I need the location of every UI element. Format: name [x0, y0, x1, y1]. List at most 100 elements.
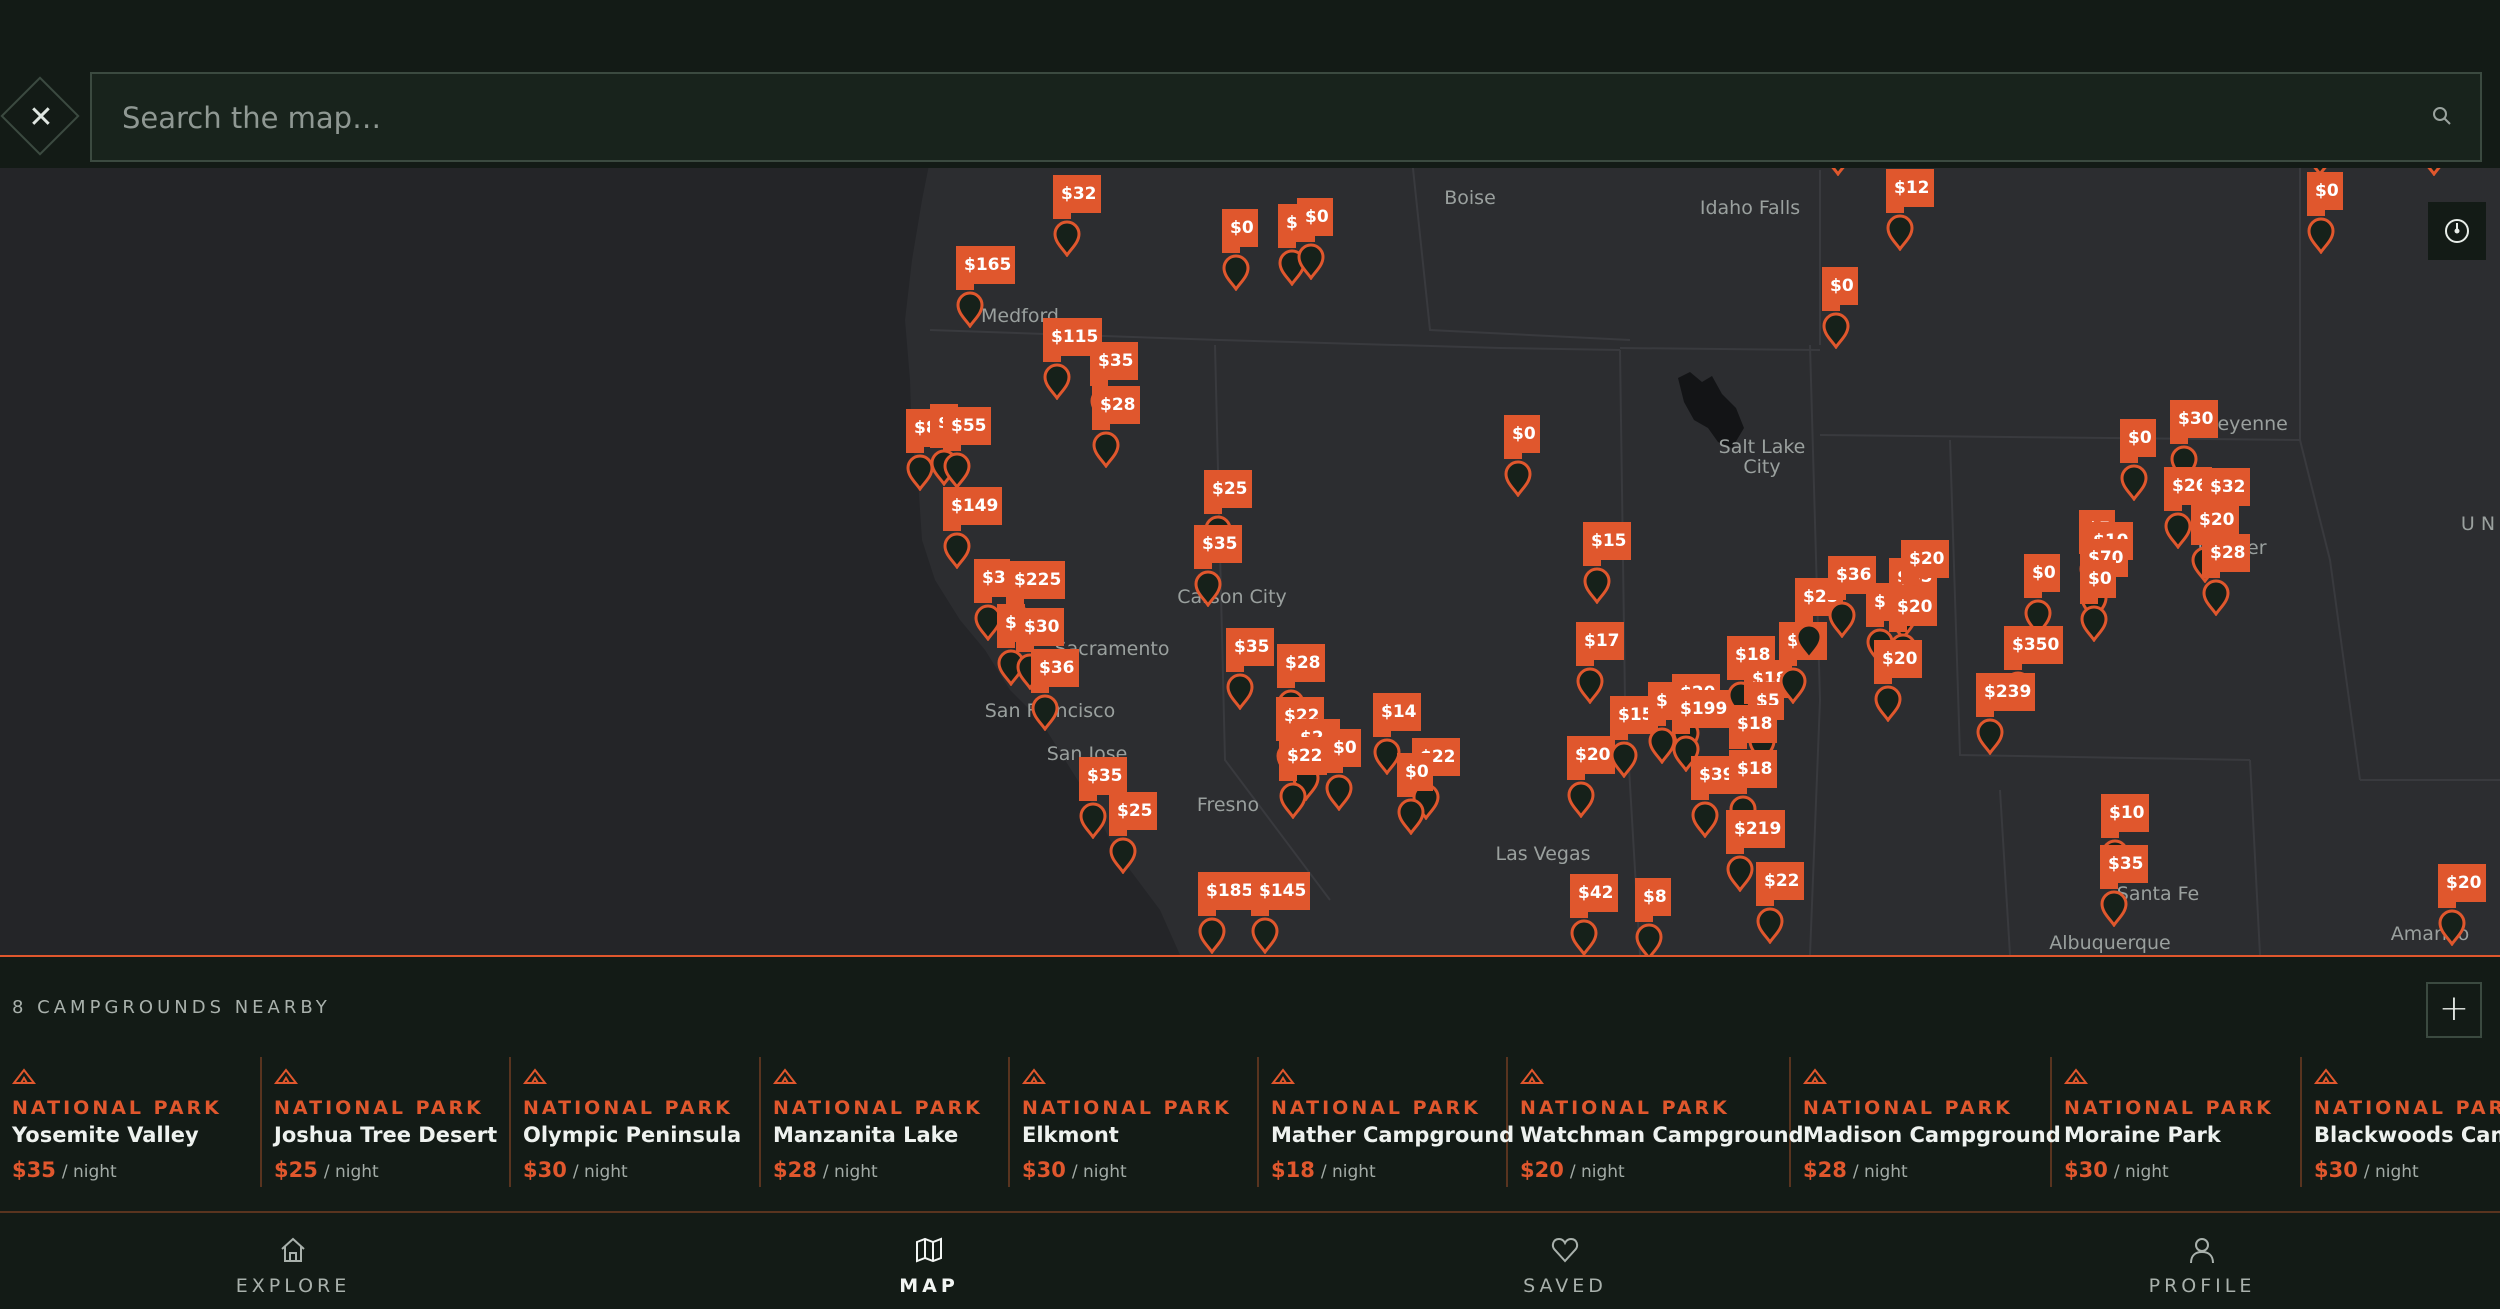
- pin-price-tag[interactable]: $350: [2004, 626, 2064, 670]
- pin-price-tag[interactable]: $219: [1726, 810, 1786, 854]
- pin-price-tag[interactable]: $199: [1672, 690, 1732, 734]
- pin-price-tag[interactable]: $0: [2080, 560, 2116, 604]
- pin-price-tag[interactable]: $25: [1204, 470, 1252, 514]
- pin-price-tag[interactable]: $30: [1016, 608, 1064, 652]
- campground-price: $35/ night: [12, 1158, 117, 1182]
- pin-price-tag[interactable]: $18: [1729, 750, 1777, 794]
- add-button[interactable]: +: [2426, 982, 2482, 1038]
- pin-price-tag[interactable]: $15: [1583, 522, 1631, 566]
- campground-card[interactable]: NATIONAL PARK Madison Campground $28/ nigh…: [1791, 1057, 2061, 1187]
- pin-price-tag[interactable]: $32: [1053, 175, 1101, 219]
- campground-card[interactable]: NATIONAL PARK Joshua Tree Desert $25/ nigh…: [262, 1057, 511, 1187]
- pin-price-tag[interactable]: $145: [1251, 872, 1311, 916]
- campground-type: NATIONAL PARK: [1022, 1097, 1232, 1119]
- pin-price-tag[interactable]: $22: [1756, 862, 1804, 906]
- campground-name: Blackwoods Campground: [2314, 1123, 2500, 1147]
- campground-card[interactable]: NATIONAL PARK Manzanita Lake $28/ night: [761, 1057, 1010, 1187]
- pin-price-tag[interactable]: $30: [2170, 400, 2218, 444]
- nav-explore[interactable]: EXPLORE: [143, 1213, 443, 1309]
- pin-price-tag[interactable]: $0: [2024, 554, 2060, 598]
- nav-map[interactable]: MAP: [779, 1213, 1079, 1309]
- nearby-panel: 8 CAMPGROUNDS NEARBY + NATIONAL PARK Yose…: [0, 955, 2500, 1213]
- campground-card[interactable]: NATIONAL PARK Olympic Peninsula $30/ night: [511, 1057, 761, 1187]
- price-amount: $18: [1271, 1158, 1315, 1182]
- pin-price-tag[interactable]: $0: [1822, 267, 1858, 311]
- campground-type: NATIONAL PARK: [1271, 1097, 1481, 1119]
- pin-price-tag[interactable]: $0: [2307, 172, 2343, 216]
- campground-card[interactable]: NATIONAL PARK Moraine Park $30/ night: [2052, 1057, 2302, 1187]
- close-icon[interactable]: ✕: [0, 78, 82, 158]
- campground-card[interactable]: NATIONAL PARK Watchman Campground $20/ nig…: [1508, 1057, 1804, 1187]
- pin-price-tag[interactable]: $55: [943, 407, 991, 451]
- price-unit: / night: [61, 1162, 117, 1182]
- campground-card[interactable]: NATIONAL PARK Mather Campground $18/ night: [1259, 1057, 1514, 1187]
- pin-price-tag[interactable]: $8: [1635, 878, 1671, 922]
- campground-name: Mather Campground: [1271, 1123, 1515, 1147]
- search-input[interactable]: [120, 74, 2404, 162]
- pin-price-tag[interactable]: $20: [2438, 864, 2486, 908]
- price-unit: / night: [2363, 1162, 2419, 1182]
- pin-price-tag[interactable]: $0: [1297, 198, 1333, 242]
- price-amount: $30: [2314, 1158, 2358, 1182]
- pin-marker-icon: [1795, 623, 1823, 660]
- campground-carousel[interactable]: NATIONAL PARK Yosemite Valley $35/ night NA…: [0, 1057, 2500, 1197]
- pin-marker-icon: [1222, 254, 1250, 291]
- campground-card[interactable]: NATIONAL PARK Yosemite Valley $35/ night: [0, 1057, 262, 1187]
- pin-price-tag[interactable]: $35: [1079, 757, 1127, 801]
- nav-saved[interactable]: SAVED: [1415, 1213, 1715, 1309]
- city-label: U N: [2460, 513, 2496, 535]
- search-icon[interactable]: [2430, 104, 2454, 128]
- pin-price-tag[interactable]: $22: [1279, 737, 1327, 781]
- pin-price-tag[interactable]: $239: [1976, 673, 2036, 717]
- nav-profile[interactable]: PROFILE: [2052, 1213, 2352, 1309]
- pin-marker-icon: [1194, 570, 1222, 607]
- pin-price-tag[interactable]: $17: [1576, 622, 1624, 666]
- pin-price-tag[interactable]: $0: [1325, 729, 1361, 773]
- city-label: Idaho Falls: [1699, 197, 1801, 219]
- pin-price-tag[interactable]: $20: [1874, 640, 1922, 684]
- pin-marker-icon: [1583, 567, 1611, 604]
- price-unit: / night: [1320, 1162, 1376, 1182]
- pin-price-tag[interactable]: $18: [1729, 705, 1777, 749]
- pin-price-tag[interactable]: $20: [1901, 540, 1949, 584]
- pin-price-tag[interactable]: $165: [956, 246, 1016, 290]
- pin-price-tag[interactable]: $149: [943, 487, 1003, 531]
- pin-price-tag[interactable]: $10: [2101, 794, 2149, 838]
- pin-price-tag[interactable]: $28: [1092, 386, 1140, 430]
- pin-marker-icon: [2120, 464, 2148, 501]
- campground-type: NATIONAL PARK: [12, 1097, 222, 1119]
- campground-type: NATIONAL PARK: [1520, 1097, 1730, 1119]
- pin-price-tag[interactable]: $20: [1889, 588, 1937, 632]
- pin-price-tag[interactable]: $20: [1567, 736, 1615, 780]
- pin-price-tag[interactable]: $3: [974, 559, 1010, 603]
- pin-marker-icon: [1576, 667, 1604, 704]
- pin-price-tag[interactable]: $36: [1031, 649, 1079, 693]
- pin-price-tag[interactable]: $28: [2202, 534, 2250, 578]
- pin-price-tag[interactable]: $35: [1194, 525, 1242, 569]
- pin-price-tag[interactable]: $14: [1373, 693, 1421, 737]
- pin-marker-icon: [1779, 667, 1807, 704]
- pin-marker-icon: [1726, 855, 1754, 892]
- pin-marker-icon: [2202, 579, 2230, 616]
- search-bar: [90, 72, 2482, 162]
- pin-price-tag[interactable]: $12: [1886, 169, 1934, 213]
- pin-price-tag[interactable]: $185: [1198, 872, 1258, 916]
- pin-price-tag[interactable]: $35: [1090, 342, 1138, 386]
- campground-type: NATIONAL PARK: [274, 1097, 484, 1119]
- locate-button[interactable]: [2428, 202, 2486, 260]
- campground-card[interactable]: NATIONAL PARK Blackwoods Campground $30/ n…: [2302, 1057, 2500, 1187]
- pin-price-tag[interactable]: $35: [2100, 845, 2148, 889]
- pin-price-tag[interactable]: $0: [1222, 209, 1258, 253]
- pin-price-tag[interactable]: $35: [1226, 628, 1274, 672]
- pin-price-tag[interactable]: $225: [1006, 561, 1066, 605]
- campground-card[interactable]: NATIONAL PARK Elkmont $30/ night: [1010, 1057, 1259, 1187]
- pin-price-tag[interactable]: $0: [2120, 419, 2156, 463]
- pin-price-tag[interactable]: $28: [1277, 644, 1325, 688]
- pin-marker-icon: [1756, 907, 1784, 944]
- pin-price-tag[interactable]: $0: [1397, 753, 1433, 797]
- campground-type: NATIONAL PARK: [523, 1097, 733, 1119]
- pin-price-tag[interactable]: $0: [1504, 415, 1540, 459]
- pin-price-tag[interactable]: $25: [1109, 792, 1157, 836]
- price-amount: $35: [12, 1158, 56, 1182]
- pin-price-tag[interactable]: $42: [1570, 874, 1618, 918]
